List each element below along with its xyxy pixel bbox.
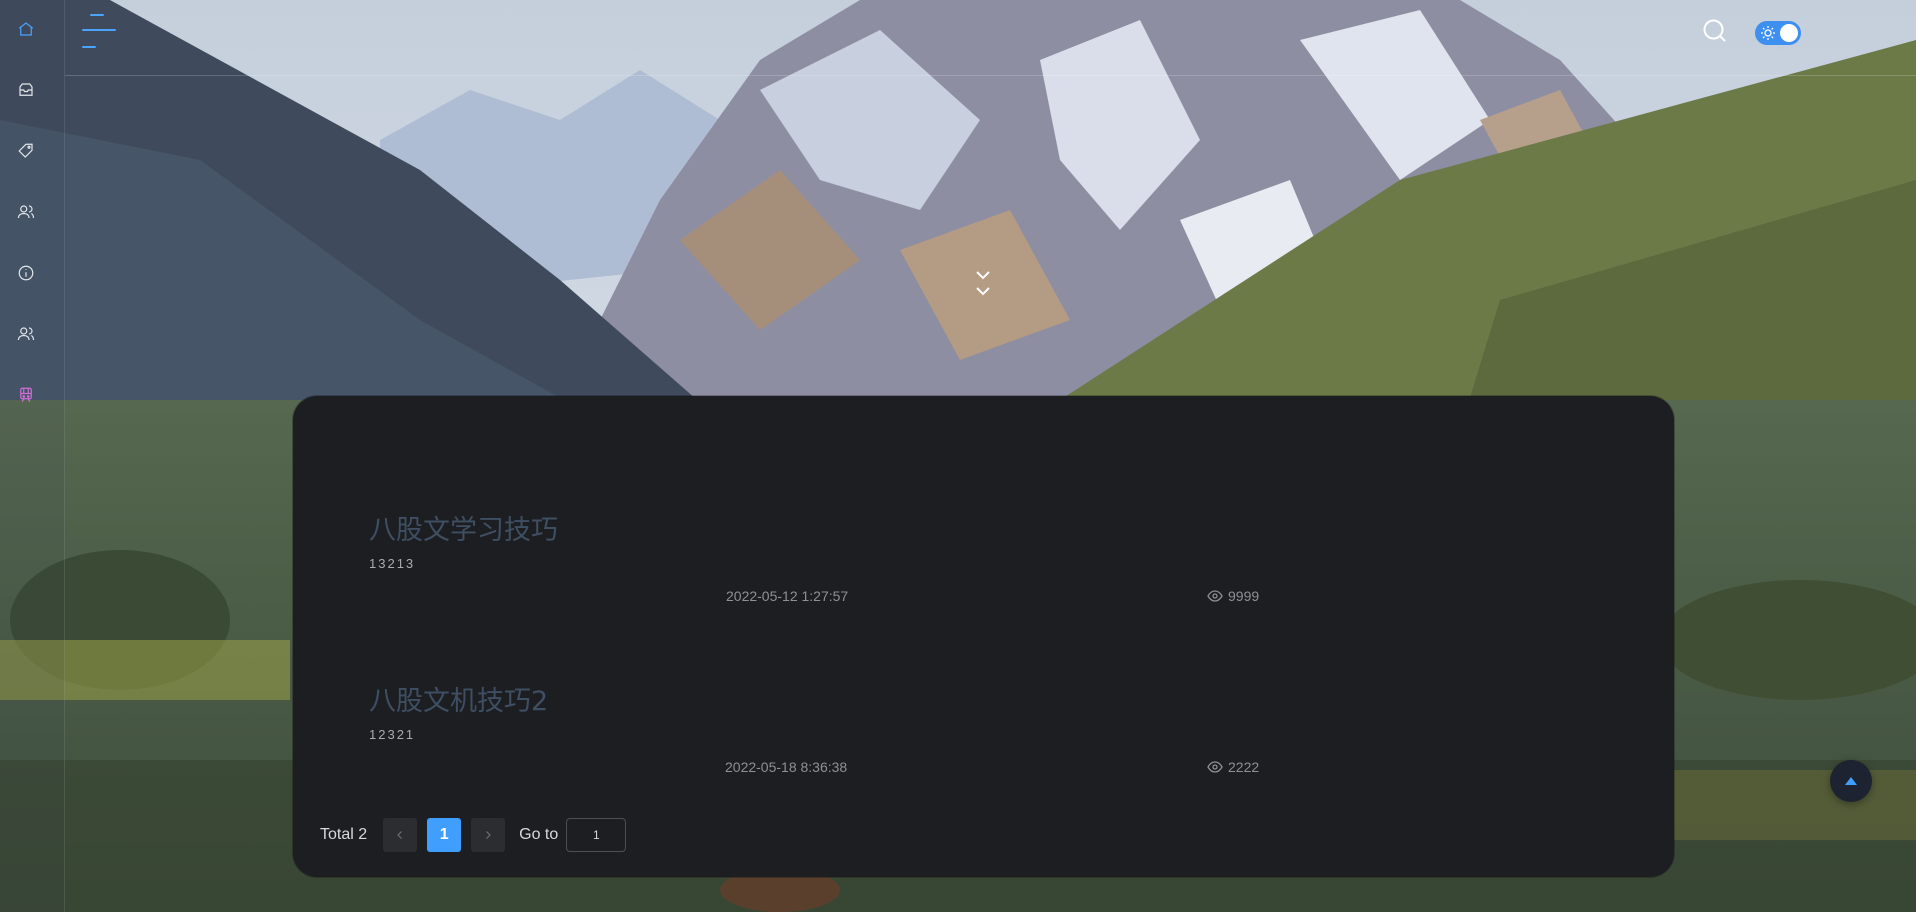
next-page-button[interactable] [471,818,506,852]
chevron-right-icon [486,831,491,839]
views-count: 9999 [1228,588,1260,604]
users-icon[interactable] [14,200,38,224]
article-date: 2022-05-18 8:36:38 [725,759,848,775]
caret-up-icon [1845,777,1857,785]
article-list-card: 八股文学习技巧 13213 2022-05-12 1:27:57 9999 八股… [293,396,1674,877]
toggle-knob [1780,24,1798,42]
info-icon[interactable] [14,261,38,285]
article-summary: 12321 [369,727,416,742]
hamburger-menu-icon[interactable] [82,14,116,52]
article-summary: 13213 [369,556,416,571]
theme-toggle-switch[interactable] [1755,21,1801,45]
page-number-button[interactable]: 1 [427,818,462,852]
sun-icon [1761,26,1775,40]
goto-label: Go to [519,826,559,843]
goto-page-input[interactable] [566,818,627,852]
prev-page-button[interactable] [383,818,418,852]
home-icon[interactable] [14,17,38,41]
back-to-top-button[interactable] [1830,760,1872,802]
pagination-total: Total 2 [320,826,368,843]
sidebar [0,0,65,912]
users-icon[interactable] [14,322,38,346]
article-views: 2222 [1207,759,1259,775]
article-title[interactable]: 八股文学习技巧 [369,508,558,547]
chevron-left-icon [397,831,403,839]
eye-icon [1207,590,1223,602]
inbox-icon[interactable] [14,78,38,102]
pagination: Total 2 1 Go to [320,818,627,852]
eye-icon [1207,761,1223,773]
top-header [65,0,1916,76]
tag-icon[interactable] [14,139,38,163]
double-chevron-down-icon[interactable] [974,269,992,301]
search-icon[interactable] [1702,18,1728,44]
views-count: 2222 [1228,759,1260,775]
article-date: 2022-05-12 1:27:57 [726,588,849,604]
article-views: 9999 [1207,588,1259,604]
train-icon[interactable] [14,383,38,407]
article-title[interactable]: 八股文机技巧2 [369,679,548,718]
